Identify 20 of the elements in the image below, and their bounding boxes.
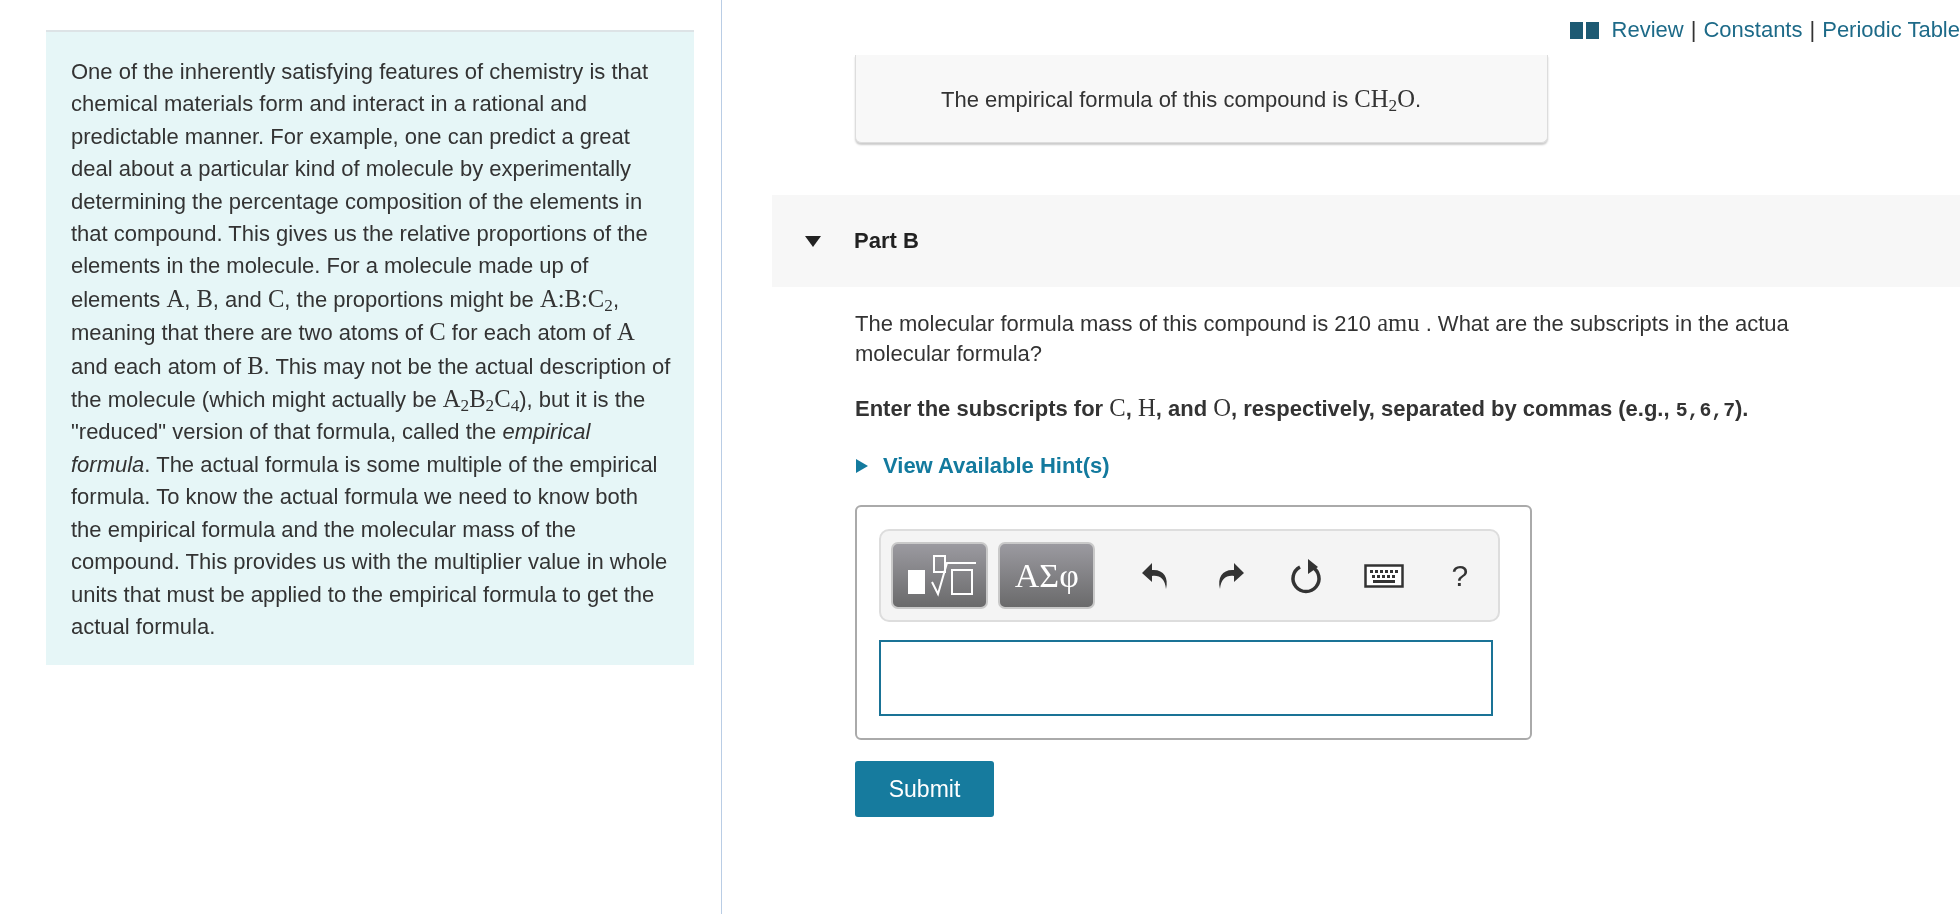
hint-link[interactable]: View Available Hint(s) (883, 453, 1110, 479)
link-separator: | (1809, 17, 1816, 43)
part-title: Part B (854, 228, 919, 254)
resource-link[interactable]: Periodic Table (1822, 17, 1960, 43)
instruction-text: Enter the subscripts for C, H, and O, respectively, separated by commas (e.g., 5,6,7). (855, 393, 1750, 424)
question-text: The molecular formula mass of this compound is 210 amu . What are the subscripts in the actua (855, 308, 1790, 338)
keyboard-icon (1363, 563, 1404, 588)
intro-paragraph: One of the inherently satisfying features of chemistry is that chemical materials form and interact in a rational and predictable manner. For example, one can predict a great deal about a particular kind of molecule by experimentally determining the percentage composition of the elements in that compound. This gives us the relative proportions of the elements in the molecule. For a molecule made up of elements A, B, and C, the proportions might be A:B:C$_{2}$, meaning that there are two atoms of C for each atom of A and each atom of B. This may not be the actual description of the molecule (which might actually be A$_{2}$B$_{2}$C$_{4}$), but it is the "reduced" version of that formula, called the empirical formula. The actual formula is some multiple of the empirical formula. To know the actual formula we need to know both the empirical formula and the molecular mass of the compound. This provides us with the multiplier value in whole units that must be applied to the empirical formula to get the actual formula. (71, 58, 672, 641)
templates-button[interactable] (891, 542, 989, 609)
submit-button[interactable]: Submit (855, 761, 994, 817)
symbols-button[interactable]: ΑΣφ (998, 542, 1096, 609)
resource-link[interactable]: Review (1611, 17, 1684, 43)
resource-link[interactable]: Constants (1703, 17, 1803, 43)
given-info-text: The empirical formula of this compound is CH$_{2}$O. (941, 84, 1422, 113)
book-icon (1569, 20, 1600, 40)
link-separator: | (1690, 17, 1697, 43)
part-header[interactable]: Part B (772, 195, 1960, 287)
question-text: molecular formula? (855, 340, 1044, 368)
help-button[interactable]: ? (1421, 550, 1498, 601)
answer-field[interactable] (879, 640, 1493, 716)
